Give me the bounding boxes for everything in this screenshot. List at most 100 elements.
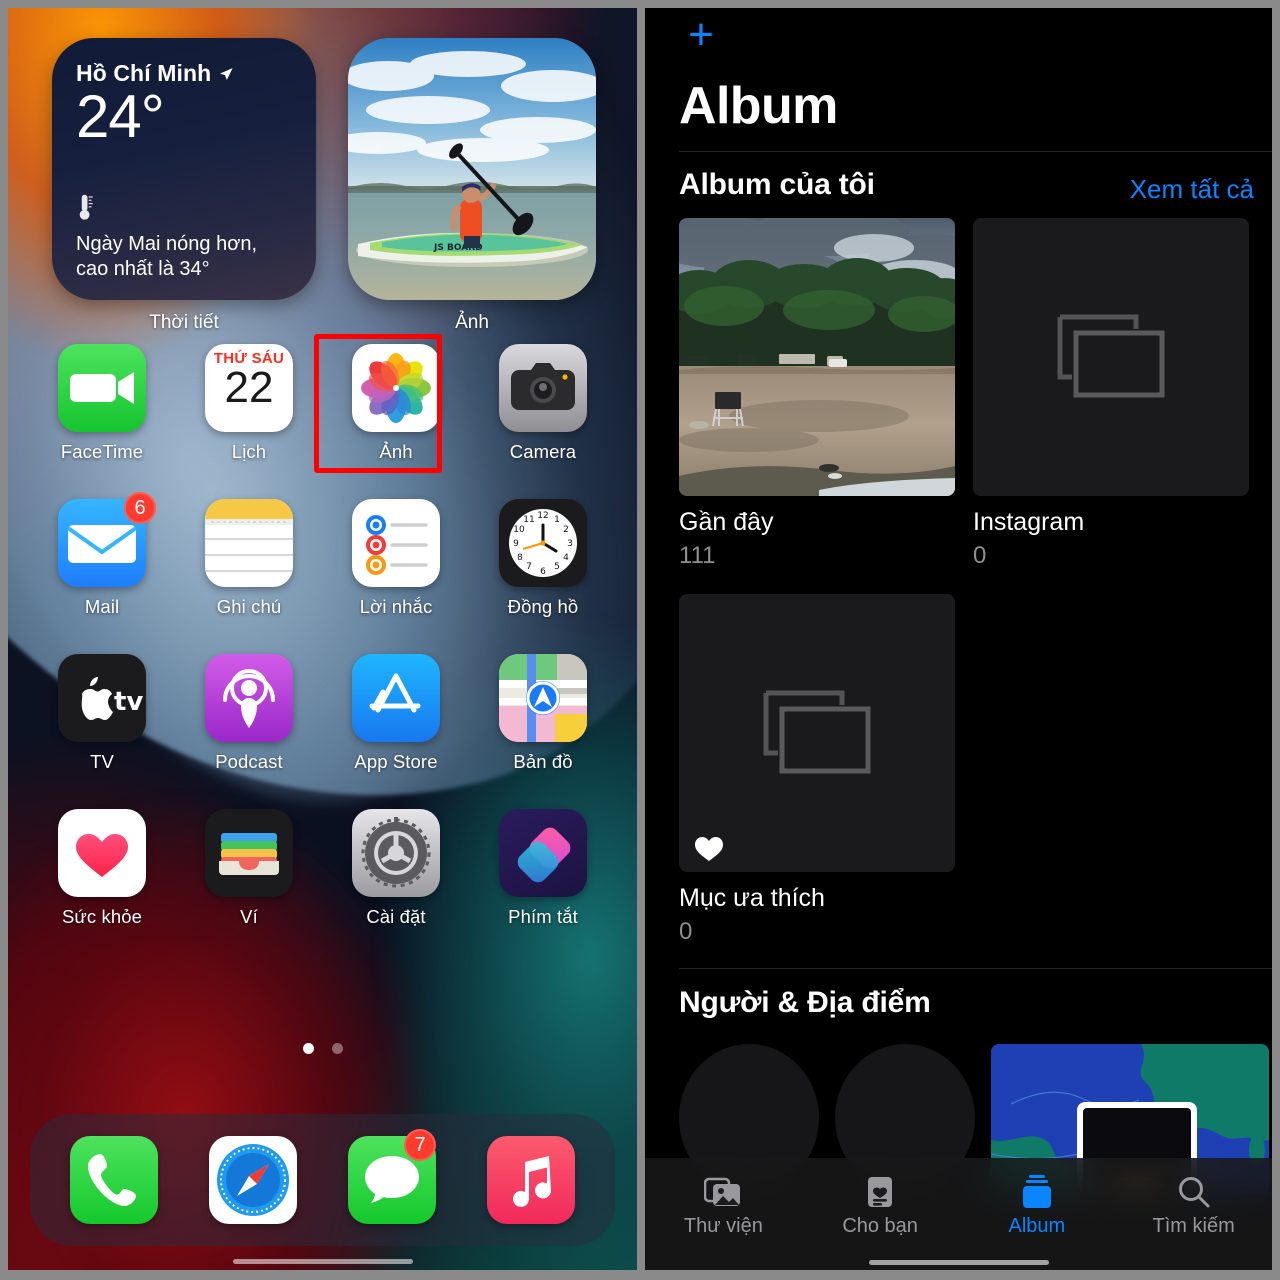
app-label: Camera (509, 441, 577, 462)
app-row-4: Sức khỏe Ví Cài đặt Phím tắt (8, 809, 637, 964)
shortcuts-icon (499, 809, 587, 897)
album-count: 0 (679, 918, 693, 945)
page-dots[interactable] (8, 1043, 637, 1054)
widget-row: Hồ Chí Minh 24° Ngày Mai nóng hơn, cao n… (8, 24, 637, 334)
app-suc-khoe[interactable]: Sức khỏe (42, 809, 162, 964)
dock-app-messages[interactable]: 7 (342, 1129, 442, 1224)
app-grid: FaceTime THỨ SÁU 22 Lịch Ảnh Camera 6 Ma… (8, 334, 637, 964)
svg-text:8: 8 (517, 553, 523, 563)
album-title: Mục ưa thích (679, 884, 825, 912)
weather-widget-label: Thời tiết (149, 312, 219, 333)
app-label: Mail (84, 596, 120, 617)
beach-photo (679, 218, 955, 496)
photos-widget[interactable]: JS BOARD (348, 38, 596, 300)
weather-description: Ngày Mai nóng hơn, cao nhất là 34° (76, 232, 257, 280)
photos-tab-bar: Thư viện Cho bạn Album Tìm kiếm (645, 1158, 1272, 1270)
app-row-3: tv TV Podcast App Store Bản đồ (8, 654, 637, 809)
svg-text:1: 1 (554, 515, 560, 525)
tab-albums[interactable]: Album (959, 1170, 1116, 1238)
svg-text:7: 7 (526, 562, 532, 572)
app-cai-dat[interactable]: Cài đặt (336, 809, 456, 964)
dock-app-phone[interactable] (64, 1136, 164, 1224)
weather-temperature: 24° (76, 83, 165, 150)
album-thumbnail[interactable] (679, 594, 955, 872)
app-phim-tat[interactable]: Phím tắt (483, 809, 603, 964)
svg-text:11: 11 (523, 515, 534, 525)
app-label: Bản đồ (513, 751, 573, 772)
weather-widget[interactable]: Hồ Chí Minh 24° Ngày Mai nóng hơn, cao n… (52, 38, 316, 300)
tab-label: Tìm kiếm (1152, 1215, 1235, 1237)
album-row-2: Mục ưa thích 0 (679, 594, 1254, 946)
heart-icon (695, 837, 723, 861)
photos-widget-label: Ảnh (455, 312, 489, 333)
album-title: Instagram (973, 508, 1085, 536)
app-ban-do[interactable]: Bản đồ (483, 654, 603, 809)
app-anh[interactable]: Ảnh (314, 334, 456, 499)
page-dot-1[interactable] (302, 1043, 314, 1054)
album-grid: Gần đây 111 Instagram 0 Mục ưa thích 0 (679, 218, 1254, 946)
appstore-icon (352, 654, 440, 742)
see-all-link[interactable]: Xem tất cả (1130, 174, 1254, 205)
app-dong-ho[interactable]: 12 1 2 345 678 9 10 11 Đồng hồ (483, 499, 603, 654)
svg-text:2: 2 (563, 525, 569, 535)
app-vi[interactable]: Ví (189, 809, 309, 964)
for-you-icon (802, 1170, 959, 1214)
album-count: 0 (973, 542, 987, 569)
app-ghi-chu[interactable]: Ghi chú (189, 499, 309, 654)
dock-app-music[interactable] (481, 1136, 581, 1224)
tab-label: Cho bạn (842, 1215, 918, 1237)
photos-icon (352, 344, 440, 432)
app-camera[interactable]: Camera (483, 344, 603, 499)
album-thumbnail[interactable] (973, 218, 1249, 496)
svg-text:6: 6 (540, 567, 546, 577)
search-icon (1115, 1170, 1272, 1214)
podcasts-icon (205, 654, 293, 742)
svg-text:10: 10 (513, 525, 525, 535)
svg-text:3: 3 (567, 539, 573, 549)
app-tv[interactable]: tv TV (42, 654, 162, 809)
app-podcast[interactable]: Podcast (189, 654, 309, 809)
app-label: TV (90, 751, 114, 772)
album-thumbnail[interactable] (679, 218, 955, 496)
app-app-store[interactable]: App Store (336, 654, 456, 809)
messages-badge: 7 (404, 1129, 437, 1161)
app-label: Lịch (231, 441, 267, 462)
app-label: Podcast (215, 751, 283, 772)
svg-text:12: 12 (537, 511, 548, 521)
tab-search[interactable]: Tìm kiếm (1115, 1170, 1272, 1238)
svg-text:tv: tv (114, 687, 143, 717)
safari-icon (208, 1136, 297, 1224)
mail-badge: 6 (124, 492, 156, 524)
section-people-places-title: Người & Địa điểm (679, 986, 931, 1019)
photos-app-screen: + Album Album của tôi Xem tất cả Gần đây… (645, 8, 1272, 1270)
app-label: Đồng hồ (507, 596, 579, 617)
notes-icon (205, 499, 293, 587)
app-mail[interactable]: 6 Mail (42, 492, 162, 654)
album-title: Gần đây (679, 508, 774, 536)
kayak-photo: JS BOARD (348, 38, 596, 300)
tab-library[interactable]: Thư viện (645, 1170, 802, 1238)
album-card-favorites[interactable]: Mục ưa thích 0 (679, 594, 955, 946)
app-lich[interactable]: THỨ SÁU 22 Lịch (189, 344, 309, 499)
dock-app-safari[interactable] (203, 1136, 303, 1224)
app-label: Lời nhắc (359, 596, 433, 617)
reminders-icon (352, 499, 440, 587)
album-card-instagram[interactable]: Instagram 0 (973, 218, 1249, 570)
facetime-icon (58, 344, 146, 432)
page-dot-2[interactable] (331, 1043, 343, 1054)
health-icon (58, 809, 146, 897)
tab-for-you[interactable]: Cho bạn (802, 1170, 959, 1238)
svg-text:4: 4 (563, 553, 569, 563)
app-facetime[interactable]: FaceTime (42, 344, 162, 499)
add-album-button[interactable]: + (679, 13, 723, 58)
home-indicator (868, 1260, 1049, 1265)
app-label: Cài đặt (366, 906, 426, 927)
album-card-empty-slot (973, 594, 1249, 946)
clock-icon: 12 1 2 345 678 9 10 11 (499, 499, 587, 587)
album-card-recents[interactable]: Gần đây 111 (679, 218, 955, 570)
page-title: Album (679, 77, 838, 135)
calendar-icon: THỨ SÁU 22 (205, 344, 293, 432)
phone-icon (69, 1136, 158, 1224)
music-icon (487, 1136, 576, 1224)
app-loi-nhac[interactable]: Lời nhắc (336, 499, 456, 654)
